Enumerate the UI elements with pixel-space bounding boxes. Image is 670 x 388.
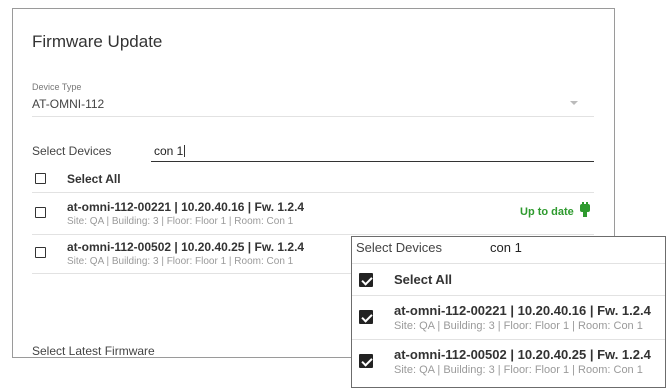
- row-divider: [32, 234, 594, 235]
- zoom-select-all-checkbox[interactable]: [359, 273, 373, 287]
- zoom-device-location-00221: Site: QA | Building: 3 | Floor: Floor 1 …: [394, 320, 643, 332]
- device-location-00502: Site: QA | Building: 3 | Floor: Floor 1 …: [67, 256, 294, 267]
- caret-down-icon[interactable]: [570, 101, 578, 105]
- device-checkbox-00502[interactable]: [35, 247, 46, 258]
- zoom-inset-panel: Select Devices con 1 Select All at-omni-…: [351, 236, 666, 388]
- zoom-select-devices-label: Select Devices: [356, 240, 442, 255]
- zoom-divider: [352, 263, 665, 264]
- select-all-label: Select All: [67, 172, 121, 186]
- device-name-00502: at-omni-112-00502 | 10.20.40.25 | Fw. 1.…: [67, 240, 305, 254]
- latest-firmware-label: Select Latest Firmware: [32, 344, 155, 358]
- zoom-select-all-label: Select All: [394, 272, 453, 287]
- select-all-checkbox[interactable]: [35, 173, 46, 184]
- device-type-select[interactable]: AT-OMNI-112: [32, 97, 104, 111]
- device-name-00221: at-omni-112-00221 | 10.20.40.16 | Fw. 1.…: [67, 200, 305, 214]
- device-search-value: con 1: [154, 144, 184, 158]
- device-type-label: Device Type: [32, 82, 82, 92]
- device-search-input[interactable]: con 1: [154, 144, 186, 158]
- zoom-device-checkbox-00502[interactable]: [359, 354, 373, 368]
- page-title: Firmware Update: [32, 32, 163, 51]
- zoom-divider: [352, 295, 665, 296]
- plug-icon: [580, 202, 590, 217]
- device-type-underline: [32, 116, 594, 117]
- zoom-device-search-input[interactable]: con 1: [490, 240, 522, 255]
- device-checkbox-00221[interactable]: [35, 207, 46, 218]
- device-search-underline: [151, 161, 594, 162]
- zoom-device-location-00502: Site: QA | Building: 3 | Floor: Floor 1 …: [394, 364, 643, 376]
- device-location-00221: Site: QA | Building: 3 | Floor: Floor 1 …: [67, 216, 294, 227]
- row-divider: [32, 192, 594, 193]
- select-devices-label: Select Devices: [32, 144, 112, 158]
- zoom-device-checkbox-00221[interactable]: [359, 310, 373, 324]
- zoom-device-name-00502: at-omni-112-00502 | 10.20.40.25 | Fw. 1.…: [394, 347, 651, 362]
- device-status-00221: Up to date: [520, 206, 574, 218]
- zoom-device-name-00221: at-omni-112-00221 | 10.20.40.16 | Fw. 1.…: [394, 303, 651, 318]
- zoom-divider: [352, 339, 665, 340]
- text-cursor: [184, 145, 186, 157]
